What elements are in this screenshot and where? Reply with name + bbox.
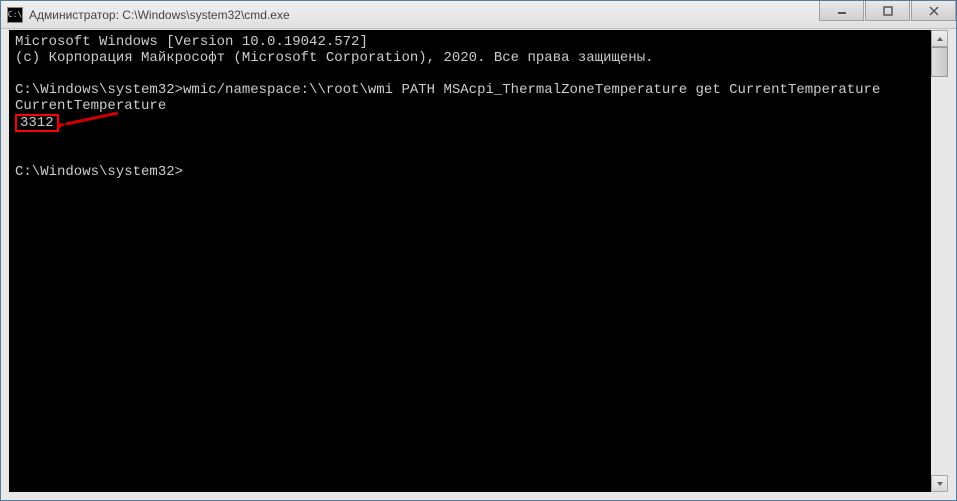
command-line: C:\Windows\system32>wmic/namespace:\\roo… [15,82,925,98]
window-title: Администратор: C:\Windows\system32\cmd.e… [29,8,819,22]
chevron-down-icon [936,480,944,488]
cmd-window: C:\ Администратор: C:\Windows\system32\c… [0,0,957,501]
command-text: wmic/namespace:\\root\wmi PATH MSAcpi_Th… [183,82,880,98]
minimize-icon [837,6,847,16]
result-header: CurrentTemperature [15,98,925,114]
console-output[interactable]: Microsoft Windows [Version 10.0.19042.57… [9,30,931,492]
blank-line [15,148,925,164]
cmd-icon: C:\ [7,7,23,23]
scroll-thumb[interactable] [931,47,948,77]
console-area: Microsoft Windows [Version 10.0.19042.57… [9,30,948,492]
scroll-track[interactable] [931,47,948,475]
minimize-button[interactable] [819,1,864,21]
blank-line [15,66,925,82]
blank-line [15,132,925,148]
titlebar[interactable]: C:\ Администратор: C:\Windows\system32\c… [1,1,956,29]
close-button[interactable] [911,1,956,21]
prompt-path: C:\Windows\system32> [15,164,183,180]
window-controls [819,1,956,28]
scroll-down-button[interactable] [931,475,948,492]
copyright-line: (c) Корпорация Майкрософт (Microsoft Cor… [15,50,925,66]
version-line: Microsoft Windows [Version 10.0.19042.57… [15,34,925,50]
result-value-line: 3312 [15,114,925,132]
prompt-path: C:\Windows\system32> [15,82,183,98]
highlighted-value: 3312 [15,114,59,132]
scroll-up-button[interactable] [931,30,948,47]
maximize-button[interactable] [865,1,910,21]
chevron-up-icon [936,35,944,43]
close-icon [929,6,939,16]
vertical-scrollbar[interactable] [931,30,948,492]
maximize-icon [883,6,893,16]
prompt-line: C:\Windows\system32> [15,164,925,180]
